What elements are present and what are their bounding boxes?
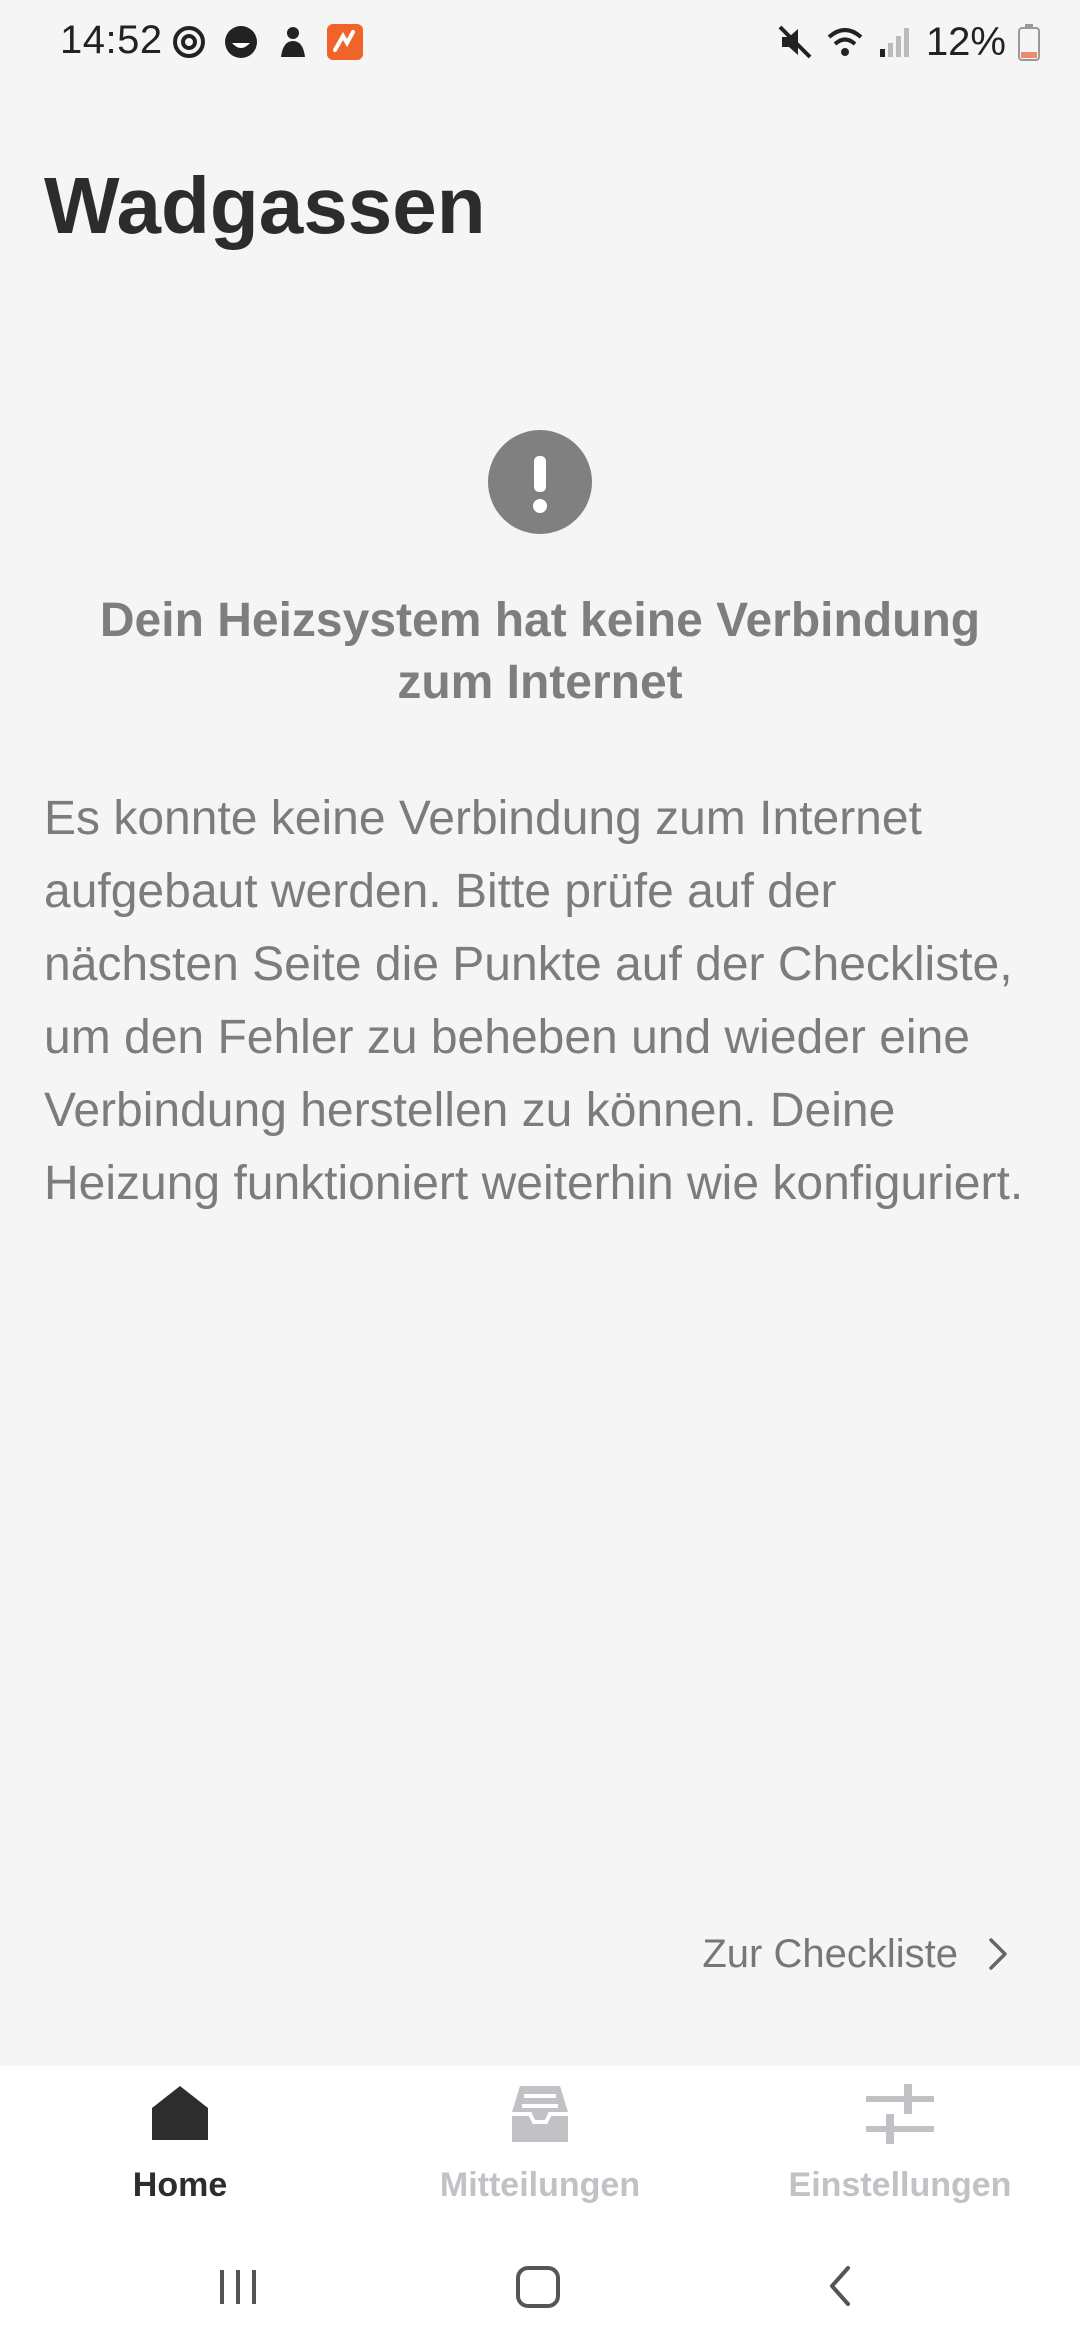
alert-body: Es konnte keine Verbindung zum Internet …: [44, 792, 1024, 1210]
status-icons-right: 12%: [776, 18, 1040, 66]
tab-mitteilungen[interactable]: Mitteilungen: [360, 2066, 720, 2236]
chevron-right-icon: [989, 1938, 1007, 1970]
face-icon: [225, 26, 257, 58]
recents-button[interactable]: [178, 2250, 298, 2322]
app-notification-icon: [327, 24, 363, 60]
back-icon: [830, 2266, 850, 2306]
inbox-icon: [512, 2086, 568, 2142]
back-button[interactable]: [780, 2250, 900, 2322]
home-button[interactable]: [478, 2250, 598, 2322]
tab-home-label: Home: [132, 2166, 228, 2204]
battery-icon: [1018, 24, 1040, 61]
tab-mitteilungen-label: Mitteilungen: [439, 2166, 641, 2204]
sync-icon: [173, 26, 205, 58]
user-icon: [281, 27, 305, 57]
wifi-icon: [827, 28, 863, 56]
alert-heading: Dein Heizsystem hat keine Verbindung zum…: [99, 594, 981, 709]
checklist-link[interactable]: Zur Checkliste: [702, 1924, 1010, 1984]
page-title: Wadgassen: [44, 161, 486, 250]
signal-icon: [879, 28, 909, 57]
tab-home[interactable]: Home: [0, 2066, 360, 2236]
app-screen: 14:52 12% Wadgassen Dein Heizsystem hat …: [0, 0, 1080, 2340]
tab-einstellungen-label: Einstellungen: [788, 2166, 1012, 2204]
exclamation-icon: [533, 456, 547, 513]
status-icons-left: [170, 22, 364, 62]
home-button-icon: [516, 2266, 560, 2308]
system-navigation-bar: [0, 2236, 1080, 2340]
alert-icon: [488, 430, 592, 534]
status-bar: 14:52 12%: [0, 0, 1080, 84]
battery-percentage: 12%: [925, 19, 1006, 64]
checklist-link-label: Zur Checkliste: [702, 1931, 958, 1976]
home-icon: [152, 2086, 208, 2140]
sliders-icon: [866, 2084, 934, 2144]
tab-einstellungen[interactable]: Einstellungen: [720, 2066, 1080, 2236]
status-time: 14:52: [60, 18, 163, 62]
bottom-navigation: Home Mitteilungen Einstellungen: [0, 2066, 1080, 2236]
recents-icon: [220, 2270, 256, 2304]
mute-icon: [778, 25, 812, 59]
